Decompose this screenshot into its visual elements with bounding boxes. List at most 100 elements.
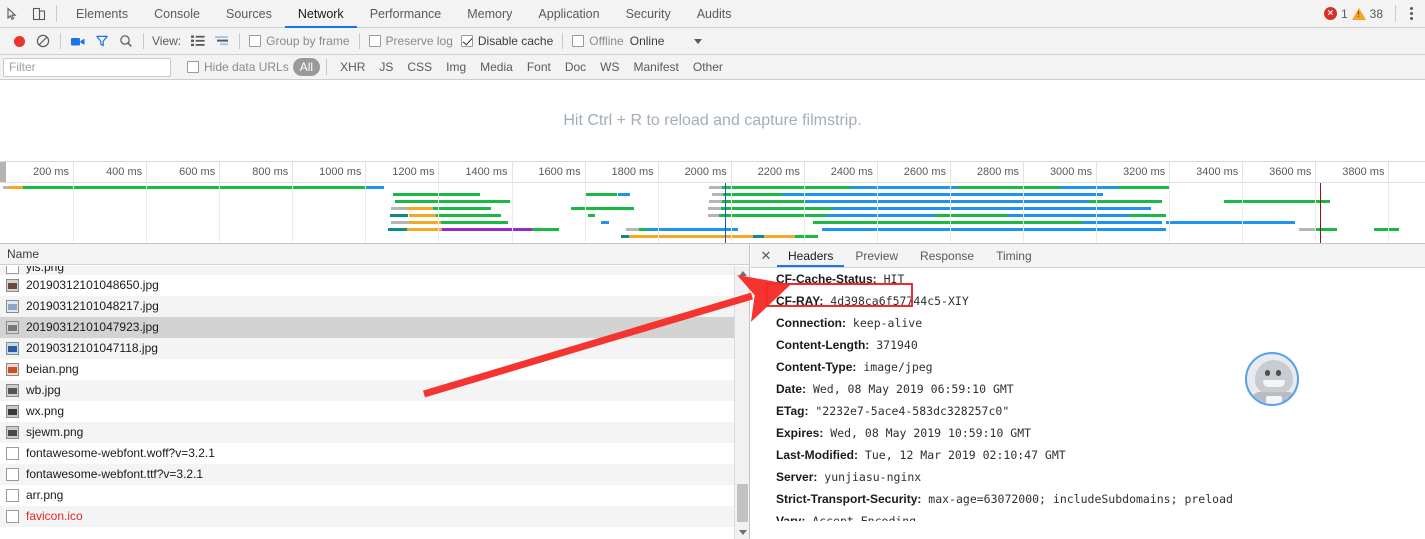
table-row[interactable]: wx.png [0, 401, 735, 422]
header-key: Vary: [776, 514, 805, 521]
filter-chip-css[interactable]: CSS [400, 58, 439, 76]
filter-chip-xhr[interactable]: XHR [333, 58, 372, 76]
robot-chat-avatar[interactable] [1245, 352, 1299, 406]
close-icon[interactable]: ✕ [755, 244, 777, 267]
tab-sources[interactable]: Sources [213, 0, 285, 28]
file-icon [6, 468, 19, 481]
overview-request-bar [1299, 228, 1315, 231]
scrollbar-thumb[interactable] [737, 484, 748, 522]
timeline-tick-label: 1400 ms [465, 166, 507, 178]
timeline-ruler: 200 ms400 ms600 ms800 ms1000 ms1200 ms14… [0, 162, 1425, 183]
tab-performance[interactable]: Performance [357, 0, 455, 28]
checkbox-box[interactable] [187, 61, 199, 73]
preserve-log-checkbox[interactable]: Preserve log [369, 34, 453, 48]
checkbox-box[interactable] [369, 35, 381, 47]
tab-audits[interactable]: Audits [684, 0, 745, 28]
status-divider [1395, 5, 1396, 22]
hide-data-urls-checkbox[interactable]: Hide data URLs [187, 60, 289, 74]
overview-request-bar [618, 193, 631, 196]
filter-chip-font[interactable]: Font [520, 58, 558, 76]
tab-headers[interactable]: Headers [777, 244, 844, 267]
warning-counter[interactable]: 38 [1352, 7, 1383, 21]
timeline-tick: 2200 ms [804, 162, 805, 183]
table-row[interactable]: 20190312101047923.jpg [0, 317, 735, 338]
overview-request-bar [721, 207, 834, 210]
filter-chip-ws[interactable]: WS [593, 58, 626, 76]
table-row[interactable]: yis.png [0, 266, 735, 275]
timeline-gridline [804, 183, 805, 243]
overview-request-bar [395, 200, 510, 203]
filter-chip-other[interactable]: Other [686, 58, 730, 76]
request-list-scrollbar[interactable] [734, 266, 749, 539]
offline-checkbox[interactable]: Offline [572, 34, 623, 48]
overview-request-bar [723, 193, 781, 196]
capture-screenshots-icon[interactable] [66, 29, 90, 53]
table-row[interactable]: beian.png [0, 359, 735, 380]
waterfall-view-icon[interactable] [210, 29, 234, 53]
table-row[interactable]: 20190312101047118.jpg [0, 338, 735, 359]
tab-application[interactable]: Application [525, 0, 612, 28]
timeline-gridline [1023, 183, 1024, 243]
timeline-tick: 2800 ms [1023, 162, 1024, 183]
tab-memory[interactable]: Memory [454, 0, 525, 28]
clear-button[interactable] [31, 29, 55, 53]
tab-network[interactable]: Network [285, 0, 357, 28]
filter-icon[interactable] [90, 29, 114, 53]
header-key: Content-Type: [776, 360, 856, 374]
error-counter[interactable]: × 1 [1324, 7, 1348, 21]
overview-request-bar [409, 221, 441, 224]
filter-chip-img[interactable]: Img [439, 58, 473, 76]
overview-request-bar [719, 214, 826, 217]
overview-request-bar [388, 228, 407, 231]
table-row[interactable]: fontawesome-webfont.woff?v=3.2.1 [0, 443, 735, 464]
device-toolbar-icon[interactable] [26, 1, 52, 27]
checkbox-box[interactable] [249, 35, 261, 47]
throttling-select[interactable]: Online [630, 34, 703, 48]
header-key: Content-Length: [776, 338, 869, 352]
filter-chip-js[interactable]: JS [372, 58, 400, 76]
filter-input[interactable] [3, 58, 171, 77]
tab-response[interactable]: Response [909, 244, 985, 267]
throttling-value: Online [630, 34, 665, 48]
header-value: Wed, 08 May 2019 10:59:10 GMT [823, 426, 1031, 440]
header-row: Date: Wed, 08 May 2019 06:59:10 GMT [776, 378, 1425, 400]
checkbox-box[interactable] [572, 35, 584, 47]
network-overview-timeline[interactable]: 200 ms400 ms600 ms800 ms1000 ms1200 ms14… [0, 162, 1425, 244]
overview-request-bar [532, 228, 559, 231]
filter-chip-doc[interactable]: Doc [558, 58, 593, 76]
table-row[interactable]: favicon.ico [0, 506, 735, 527]
overview-request-bar [712, 193, 724, 196]
filter-chip-manifest[interactable]: Manifest [627, 58, 686, 76]
search-icon[interactable] [114, 29, 138, 53]
timeline-gridline [292, 183, 293, 243]
overview-request-bar [957, 186, 1059, 189]
inspect-element-icon[interactable] [0, 1, 26, 27]
control-divider-5 [562, 33, 563, 49]
kebab-menu-icon[interactable] [1404, 7, 1419, 20]
tab-preview[interactable]: Preview [844, 244, 909, 267]
disable-cache-checkbox[interactable]: Disable cache [461, 34, 553, 48]
list-view-icon[interactable] [186, 29, 210, 53]
chevron-down-icon[interactable] [694, 39, 702, 44]
table-row[interactable]: 20190312101048650.jpg [0, 275, 735, 296]
tab-elements[interactable]: Elements [63, 0, 141, 28]
checkbox-box[interactable] [461, 35, 473, 47]
scroll-up-arrow-icon[interactable] [735, 266, 750, 280]
filter-chip-all[interactable]: All [293, 58, 320, 76]
overview-request-bar [571, 207, 634, 210]
table-row[interactable]: sjewm.png [0, 422, 735, 443]
overview-request-bar [795, 235, 819, 238]
tab-timing[interactable]: Timing [985, 244, 1043, 267]
tab-console[interactable]: Console [141, 0, 213, 28]
group-by-frame-checkbox[interactable]: Group by frame [249, 34, 349, 48]
record-button[interactable] [7, 29, 31, 53]
filter-chip-media[interactable]: Media [473, 58, 520, 76]
table-row[interactable]: wb.jpg [0, 380, 735, 401]
table-row[interactable]: arr.png [0, 485, 735, 506]
table-row[interactable]: 20190312101048217.jpg [0, 296, 735, 317]
header-row: Vary: Accept-Encoding [776, 510, 1425, 521]
table-row[interactable]: fontawesome-webfont.ttf?v=3.2.1 [0, 464, 735, 485]
tab-security[interactable]: Security [613, 0, 684, 28]
scroll-down-arrow-icon[interactable] [735, 525, 750, 539]
overview-request-bar [629, 235, 753, 238]
